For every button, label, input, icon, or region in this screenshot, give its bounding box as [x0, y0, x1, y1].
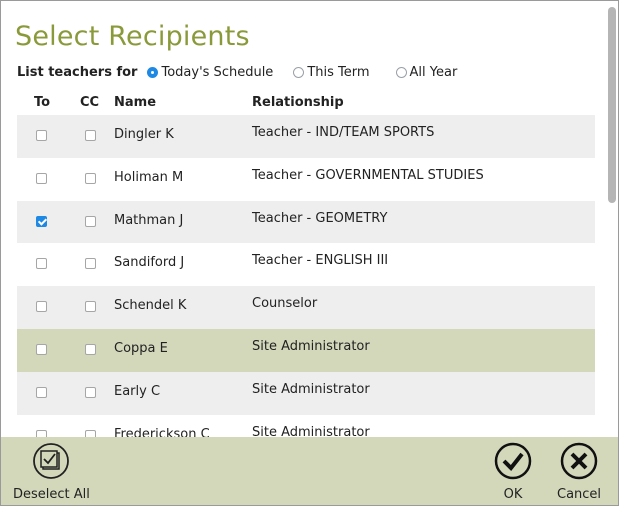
select-recipients-dialog: Select Recipients List teachers for Toda… — [0, 0, 619, 506]
list-item[interactable]: Coppa E Site Administrator — [17, 328, 595, 372]
column-headers: To CC Name Relationship — [1, 95, 601, 113]
recipient-relationship: Teacher - IND/TEAM SPORTS — [252, 125, 435, 140]
column-header-to: To — [34, 95, 51, 110]
radio-label: All Year — [409, 65, 458, 80]
deselect-all-label: Deselect All — [13, 487, 90, 502]
dialog-title: Select Recipients — [15, 21, 250, 52]
recipient-relationship: Site Administrator — [252, 381, 370, 397]
list-item[interactable]: Sandiford J Teacher - ENGLISH III — [17, 243, 595, 286]
column-header-cc: CC — [80, 95, 100, 110]
list-item[interactable]: Dingler K Teacher - IND/TEAM SPORTS — [17, 115, 595, 158]
radio-button[interactable] — [293, 67, 305, 78]
recipient-relationship: Site Administrator — [252, 424, 370, 437]
to-checkbox[interactable] — [36, 301, 47, 313]
list-item[interactable]: Mathman J Teacher - GEOMETRY — [17, 200, 595, 244]
cc-checkbox[interactable] — [85, 386, 96, 398]
recipient-relationship: Site Administrator — [252, 338, 370, 354]
to-checkbox[interactable] — [36, 429, 47, 437]
filter-label: List teachers for — [17, 65, 138, 80]
recipient-relationship: Teacher - GEOMETRY — [252, 210, 388, 226]
recipient-name: Mathman J — [114, 212, 184, 228]
recipient-relationship: Teacher - ENGLISH III — [252, 253, 389, 269]
cancel-label: Cancel — [557, 487, 602, 502]
radio-label: Today's Schedule — [161, 65, 274, 80]
ok-label: OK — [503, 487, 523, 502]
recipient-name: Early C — [114, 383, 161, 399]
recipient-relationship: Counselor — [252, 296, 318, 312]
cc-checkbox[interactable] — [85, 215, 96, 227]
cc-checkbox[interactable] — [85, 343, 96, 355]
recipient-list[interactable]: Dingler K Teacher - IND/TEAM SPORTS Holima… — [17, 115, 595, 437]
to-checkbox[interactable] — [36, 258, 47, 270]
teacher-filter: List teachers for Today's Schedule This … — [17, 65, 477, 80]
cc-checkbox[interactable] — [85, 429, 96, 437]
to-checkbox[interactable] — [36, 386, 47, 398]
radio-label: This Term — [307, 65, 370, 80]
deselect-all-icon — [33, 443, 70, 479]
recipient-name: Sandiford J — [114, 255, 185, 271]
radio-all-year[interactable]: All Year — [395, 65, 458, 80]
deselect-all-button[interactable]: Deselect All — [13, 441, 90, 502]
list-item[interactable]: Frederickson C Site Administrator — [17, 415, 595, 437]
list-item[interactable]: Schendel K Counselor — [17, 286, 595, 329]
cc-checkbox[interactable] — [85, 301, 96, 313]
close-icon — [560, 442, 598, 480]
radio-button[interactable] — [147, 67, 159, 78]
cc-checkbox[interactable] — [85, 130, 96, 141]
vertical-scrollbar[interactable] — [608, 7, 616, 203]
column-header-relationship: Relationship — [252, 95, 344, 110]
recipient-name: Coppa E — [114, 340, 168, 356]
ok-button[interactable]: OK — [493, 441, 533, 502]
to-checkbox[interactable] — [36, 343, 47, 355]
cc-checkbox[interactable] — [85, 258, 96, 270]
recipient-name: Holiman M — [114, 169, 184, 185]
recipient-name: Dingler K — [114, 127, 174, 142]
column-header-name: Name — [114, 95, 157, 110]
cancel-button[interactable]: Cancel — [557, 441, 601, 502]
to-checkbox[interactable] — [36, 215, 47, 227]
recipient-name: Frederickson C — [114, 426, 210, 437]
radio-button[interactable] — [395, 67, 407, 78]
recipient-name: Schendel K — [114, 298, 187, 314]
cc-checkbox[interactable] — [85, 172, 96, 184]
list-item[interactable]: Holiman M Teacher - GOVERNMENTAL STUDIES — [17, 158, 595, 201]
radio-todays-schedule[interactable]: Today's Schedule — [147, 65, 273, 80]
radio-this-term[interactable]: This Term — [293, 65, 370, 80]
list-item[interactable]: Early C Site Administrator — [17, 371, 595, 415]
footer-toolbar: Deselect All OK Cancel — [1, 437, 618, 505]
to-checkbox[interactable] — [36, 130, 47, 141]
checkmark-icon — [494, 442, 532, 480]
to-checkbox[interactable] — [36, 172, 47, 184]
recipient-relationship: Teacher - GOVERNMENTAL STUDIES — [252, 167, 484, 183]
